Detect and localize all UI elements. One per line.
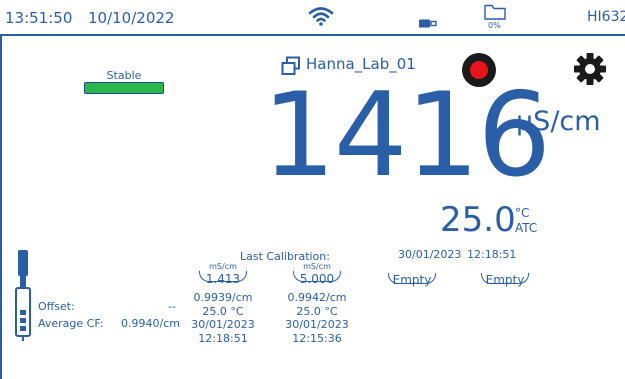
- temperature-unit: °C: [515, 206, 530, 220]
- offset-label: Offset:: [38, 300, 75, 313]
- standard-date: 30/01/2023: [285, 318, 349, 331]
- temperature-value: 25.0: [440, 200, 516, 240]
- main-reading: 1416: [262, 68, 551, 203]
- standard-time: 12:15:36: [292, 331, 342, 345]
- calibration-standard-4: Empty: [475, 273, 535, 287]
- calibration-details-2: 0.9942/cm 25.0 °C 30/01/2023 12:15:36: [281, 291, 353, 345]
- standard-value: 5.000: [299, 272, 335, 286]
- calibration-standard-3: Empty: [382, 273, 442, 287]
- offset-value: --: [168, 300, 176, 313]
- calibration-standard-2: mS/cm 5.000: [287, 262, 347, 286]
- standard-value: Empty: [392, 273, 432, 287]
- standard-value: 1.413: [205, 272, 241, 286]
- temperature-mode: ATC: [515, 221, 538, 235]
- standard-temperature: 25.0 °C: [296, 304, 338, 318]
- standard-value: Empty: [485, 273, 525, 287]
- standard-temperature: 25.0 °C: [202, 304, 244, 318]
- clock-date: 10/10/2022: [88, 9, 175, 27]
- average-cf-value: 0.9940/cm: [121, 317, 180, 330]
- usb-icon: [419, 13, 437, 32]
- model-name: HI6321: [587, 9, 625, 25]
- calibration-standard-1: mS/cm 1.413: [193, 262, 253, 286]
- standard-reading: 0.9942/cm: [287, 291, 347, 304]
- stability-label: Stable: [106, 69, 142, 82]
- left-border: [0, 34, 2, 379]
- gear-icon[interactable]: [573, 52, 607, 90]
- average-cf-label: Average CF:: [38, 317, 104, 330]
- last-calibration-date: 30/01/2023: [398, 248, 462, 261]
- standard-date: 30/01/2023: [191, 318, 255, 331]
- reading-unit: μS/cm: [516, 106, 601, 137]
- status-bar: 13:51:50 10/10/2022 0% HI6321: [0, 0, 625, 36]
- standard-reading: 0.9939/cm: [193, 291, 253, 304]
- last-calibration-time: 12:18:51: [467, 248, 517, 261]
- storage-percent: 0%: [488, 21, 501, 30]
- stability-bar: [84, 82, 164, 94]
- calibration-details-1: 0.9939/cm 25.0 °C 30/01/2023 12:18:51: [187, 291, 259, 345]
- standard-unit: mS/cm: [303, 262, 331, 271]
- standard-time: 12:18:51: [198, 331, 248, 345]
- clock-time: 13:51:50: [5, 9, 73, 27]
- standard-unit: mS/cm: [209, 262, 237, 271]
- wifi-icon: [308, 6, 334, 30]
- probe-icon: [13, 250, 33, 346]
